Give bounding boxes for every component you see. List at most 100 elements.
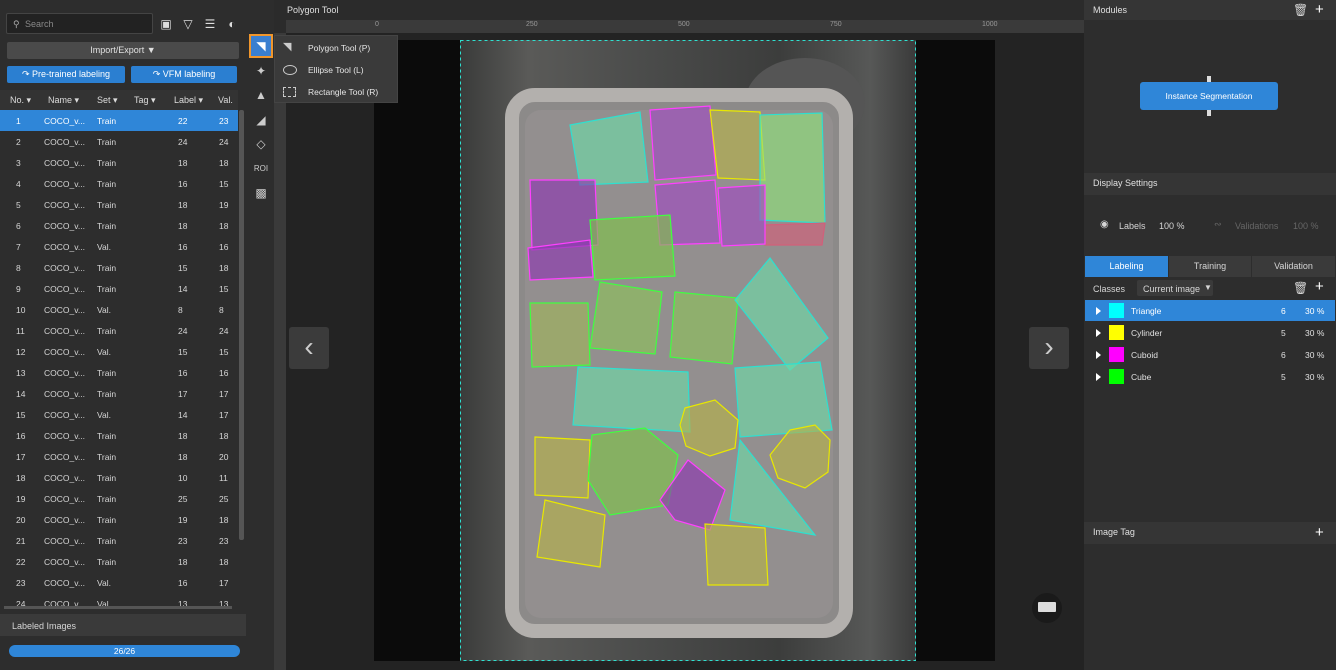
column-header[interactable]: Val. xyxy=(218,95,233,105)
add-tag-icon[interactable]: + xyxy=(1315,524,1324,541)
expand-arrow-icon[interactable] xyxy=(1096,373,1101,381)
cylinder-annotation[interactable] xyxy=(704,523,769,586)
triangle-annotation[interactable] xyxy=(734,361,833,438)
class-item-triangle[interactable]: Triangle 6 30 % xyxy=(1085,300,1335,321)
table-row[interactable]: 16 COCO_v... Train 18 18 xyxy=(0,425,238,446)
next-image-button[interactable]: › xyxy=(1029,327,1069,369)
column-header[interactable]: No. ▾ xyxy=(10,95,31,106)
table-row[interactable]: 20 COCO_v... Train 19 18 xyxy=(0,509,238,530)
keyboard-shortcuts-button[interactable] xyxy=(1032,593,1062,623)
module-instance-segmentation[interactable]: Instance Segmentation xyxy=(1140,82,1278,110)
validations-opacity: 100 % xyxy=(1293,221,1319,231)
cylinder-annotation[interactable] xyxy=(679,399,739,457)
scrollbar[interactable] xyxy=(239,110,244,540)
layout-icon[interactable]: ◐ xyxy=(224,16,240,32)
table-row[interactable]: 4 COCO_v... Train 16 15 xyxy=(0,173,238,194)
magic-wand-icon[interactable]: ✦ xyxy=(252,62,270,80)
table-row[interactable]: 8 COCO_v... Train 15 18 xyxy=(0,257,238,278)
class-item-cylinder[interactable]: Cylinder 5 30 % xyxy=(1085,322,1335,343)
smart-polygon-icon[interactable]: ◢ xyxy=(252,111,270,129)
add-class-icon[interactable]: + xyxy=(1315,278,1324,295)
cuboid-annotation[interactable] xyxy=(649,105,717,181)
triangle-annotation[interactable] xyxy=(572,366,691,433)
cube-annotation[interactable] xyxy=(529,302,591,368)
table-row[interactable]: 21 COCO_v... Train 23 23 xyxy=(0,530,238,551)
cuboid-annotation[interactable] xyxy=(529,179,599,251)
menu-item-ellipse[interactable]: Ellipse Tool (L) xyxy=(275,58,397,80)
pretrained-labeling-button[interactable]: ↷ Pre-trained labeling xyxy=(7,66,125,83)
tab-validation[interactable]: Validation xyxy=(1252,256,1335,277)
table-row[interactable]: 1 COCO_v... Train 22 23 xyxy=(0,110,238,131)
table-row[interactable]: 17 COCO_v... Train 18 20 xyxy=(0,446,238,467)
trash-icon[interactable]: 🗑 xyxy=(1293,281,1308,295)
table-row[interactable]: 6 COCO_v... Train 18 18 xyxy=(0,215,238,236)
prev-image-button[interactable]: ‹ xyxy=(289,327,329,369)
expand-arrow-icon[interactable] xyxy=(1096,329,1101,337)
table-row[interactable]: 3 COCO_v... Train 18 18 xyxy=(0,152,238,173)
table-row[interactable]: 13 COCO_v... Train 16 16 xyxy=(0,362,238,383)
cube-annotation[interactable] xyxy=(589,281,663,355)
horizontal-scrollbar[interactable] xyxy=(4,606,232,609)
polygon-tool-icon[interactable]: ◥ xyxy=(249,34,273,58)
table-row[interactable]: 9 COCO_v... Train 14 15 xyxy=(0,278,238,299)
cube-annotation[interactable] xyxy=(669,291,739,365)
table-row[interactable]: 14 COCO_v... Train 17 17 xyxy=(0,383,238,404)
menu-item-polygon[interactable]: ◥ Polygon Tool (P) xyxy=(275,36,397,58)
cuboid-annotation[interactable] xyxy=(717,184,766,247)
cylinder-annotation[interactable] xyxy=(536,499,606,568)
add-module-icon[interactable]: + xyxy=(1315,1,1324,18)
table-row[interactable]: 12 COCO_v... Val. 15 15 xyxy=(0,341,238,362)
roi-icon[interactable]: ROI xyxy=(252,160,270,178)
trash-icon[interactable]: 🗑 xyxy=(1293,3,1308,17)
column-header[interactable]: Label ▾ xyxy=(174,95,203,106)
column-header[interactable]: Name ▾ xyxy=(48,95,79,106)
vfm-labeling-button[interactable]: ↷ VFM labeling xyxy=(131,66,237,83)
table-row[interactable]: 5 COCO_v... Train 18 19 xyxy=(0,194,238,215)
class-percent: 30 % xyxy=(1305,350,1325,360)
eye-icon[interactable]: ◉ xyxy=(1100,219,1109,230)
cell-val: 18 xyxy=(219,158,229,168)
cuboid-annotation[interactable] xyxy=(764,222,826,246)
expand-arrow-icon[interactable] xyxy=(1096,351,1101,359)
cell-no: 9 xyxy=(16,284,21,294)
import-export-button[interactable]: Import/Export ▼ xyxy=(7,42,239,59)
column-header[interactable]: Set ▾ xyxy=(97,95,118,106)
table-row[interactable]: 10 COCO_v... Val. 8 8 xyxy=(0,299,238,320)
tab-training[interactable]: Training xyxy=(1169,256,1251,277)
triangle-annotation[interactable] xyxy=(759,112,826,224)
table-row[interactable]: 2 COCO_v... Train 24 24 xyxy=(0,131,238,152)
eraser-icon[interactable]: ◇ xyxy=(252,135,270,153)
class-color-swatch[interactable] xyxy=(1109,347,1124,362)
class-item-cube[interactable]: Cube 5 30 % xyxy=(1085,366,1335,387)
list-view-icon[interactable]: ☰ xyxy=(202,16,218,32)
table-row[interactable]: 18 COCO_v... Train 10 11 xyxy=(0,467,238,488)
filter-icon[interactable]: ▽ xyxy=(180,16,196,32)
cube-annotation[interactable] xyxy=(589,214,676,281)
tab-labeling[interactable]: Labeling xyxy=(1085,256,1168,277)
annotation-overlay[interactable] xyxy=(460,40,916,661)
stamp-icon[interactable]: ▲ xyxy=(252,86,270,104)
triangle-annotation[interactable] xyxy=(734,257,829,371)
image-add-icon[interactable]: ▣ xyxy=(158,16,174,32)
classes-filter-select[interactable]: Current image ▼ xyxy=(1137,280,1213,296)
table-row[interactable]: 15 COCO_v... Val. 14 17 xyxy=(0,404,238,425)
table-row[interactable]: 11 COCO_v... Train 24 24 xyxy=(0,320,238,341)
class-color-swatch[interactable] xyxy=(1109,369,1124,384)
search-input[interactable]: ⚲ Search xyxy=(6,13,153,34)
class-item-cuboid[interactable]: Cuboid 6 30 % xyxy=(1085,344,1335,365)
cylinder-annotation[interactable] xyxy=(534,436,591,499)
menu-item-rectangle[interactable]: Rectangle Tool (R) xyxy=(275,80,397,102)
triangle-annotation[interactable] xyxy=(569,111,649,186)
table-row[interactable]: 23 COCO_v... Val. 16 17 xyxy=(0,572,238,593)
eye-closed-icon[interactable]: ∾ xyxy=(1214,219,1222,230)
table-row[interactable]: 19 COCO_v... Train 25 25 xyxy=(0,488,238,509)
expand-arrow-icon[interactable] xyxy=(1096,307,1101,315)
class-color-swatch[interactable] xyxy=(1109,303,1124,318)
class-color-swatch[interactable] xyxy=(1109,325,1124,340)
table-row[interactable]: 24 COCO_v... Val. 13 13 xyxy=(0,593,238,614)
column-header[interactable]: Tag ▾ xyxy=(134,95,156,106)
table-row[interactable]: 7 COCO_v... Val. 16 16 xyxy=(0,236,238,257)
table-row[interactable]: 22 COCO_v... Train 18 18 xyxy=(0,551,238,572)
mask-icon[interactable]: ▩ xyxy=(252,184,270,202)
cylinder-annotation[interactable] xyxy=(709,109,766,181)
